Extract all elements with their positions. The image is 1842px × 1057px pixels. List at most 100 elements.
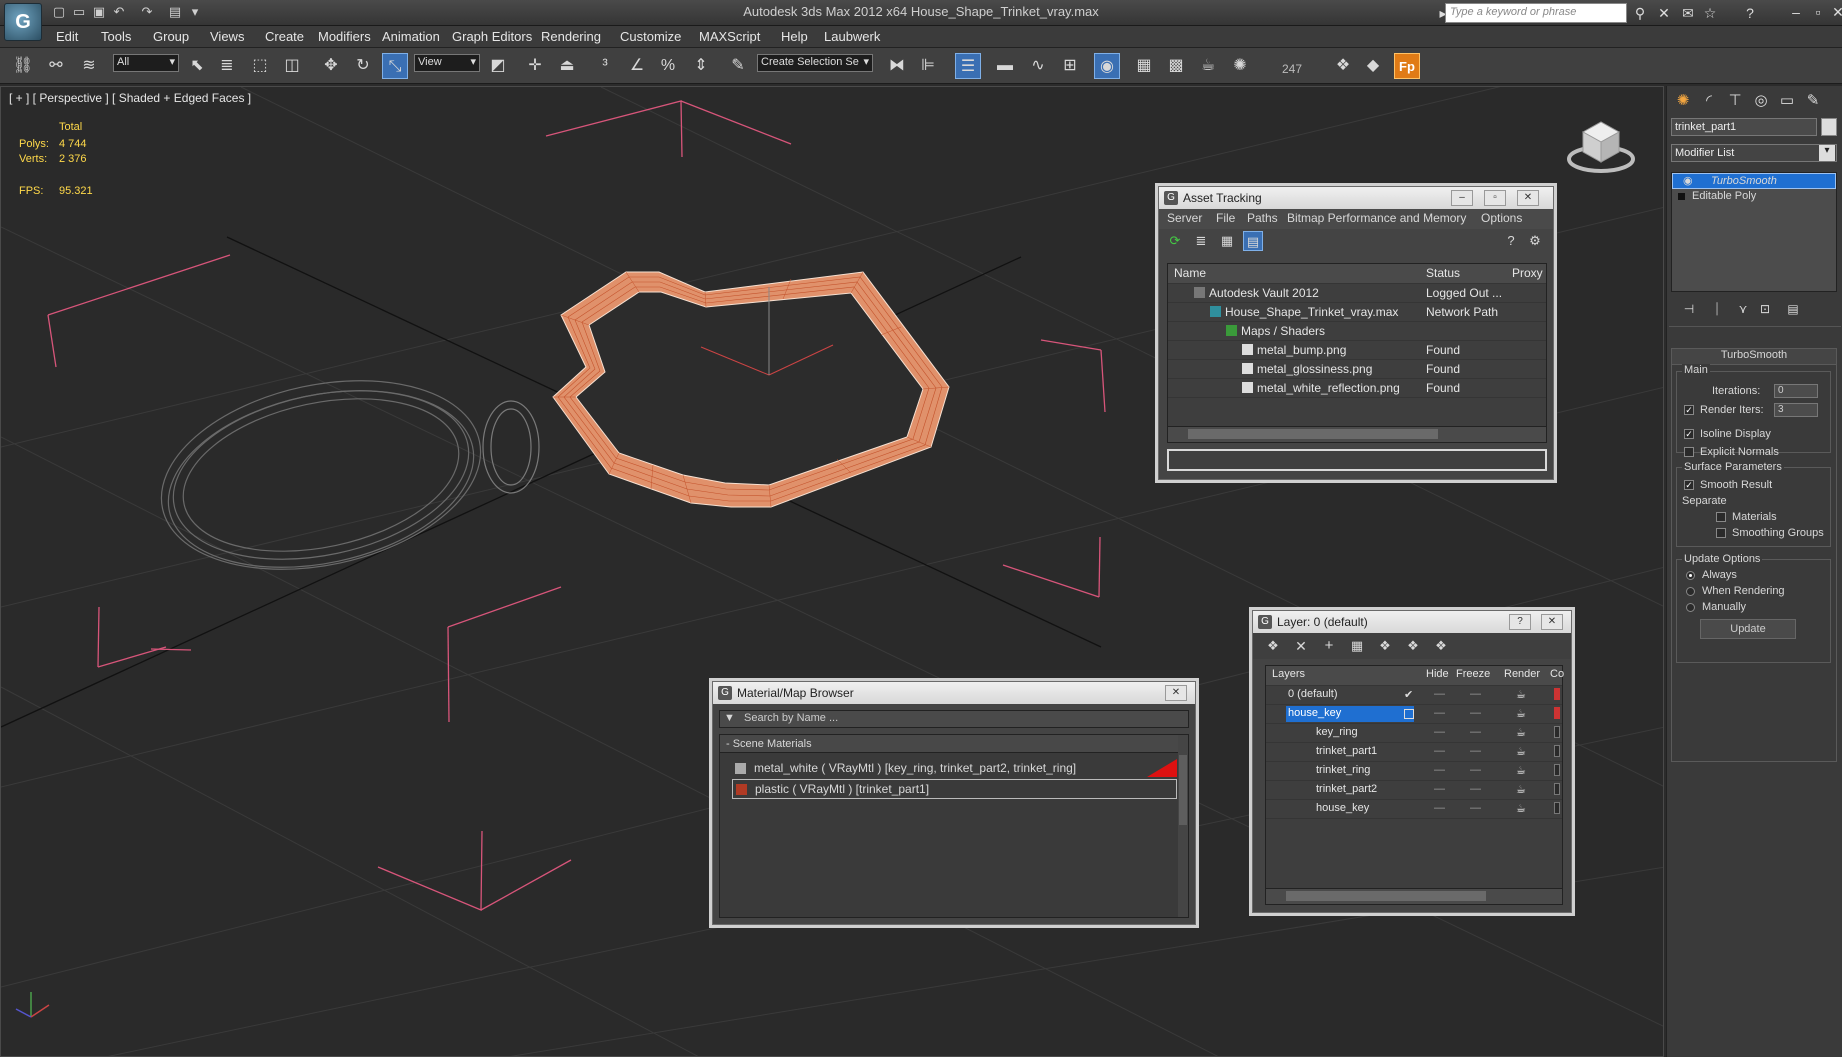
align-icon[interactable]: ⊫: [915, 53, 941, 79]
menu-modifiers[interactable]: Modifiers: [318, 29, 371, 44]
asset-menu-bitmap-performance[interactable]: Bitmap Performance and Memory: [1287, 211, 1466, 225]
asset-tracking-titlebar[interactable]: G Asset Tracking – ▫ ✕: [1159, 187, 1553, 209]
make-unique-icon[interactable]: ⋎: [1731, 298, 1755, 320]
layer-row[interactable]: trinket_part2 — — ☕: [1266, 781, 1562, 800]
separate-materials-checkbox[interactable]: [1716, 512, 1726, 522]
material-editor-icon[interactable]: ◉: [1094, 53, 1120, 79]
update-button[interactable]: Update: [1700, 619, 1796, 639]
selection-filter-dropdown[interactable]: All: [113, 54, 179, 72]
create-tab-icon[interactable]: ✺: [1671, 90, 1695, 112]
thumbnail-view-icon[interactable]: ▦: [1217, 231, 1237, 251]
column-proxy[interactable]: Proxy: [1512, 266, 1543, 280]
hide-toggle[interactable]: —: [1434, 764, 1445, 776]
layer-manager-titlebar[interactable]: G Layer: 0 (default) ? ✕: [1253, 611, 1571, 633]
asset-path-field[interactable]: [1167, 449, 1547, 471]
refresh-icon[interactable]: ⟳: [1165, 231, 1185, 251]
layer-row[interactable]: trinket_part1 — — ☕: [1266, 743, 1562, 762]
asset-options-icon[interactable]: ⚙: [1525, 231, 1545, 251]
object-color-swatch[interactable]: [1554, 745, 1560, 757]
communication-icon[interactable]: ✉: [1678, 4, 1698, 22]
layer-row[interactable]: 0 (default) ✔ — — ☕: [1266, 686, 1562, 705]
select-by-name-icon[interactable]: ≣: [214, 53, 240, 79]
hierarchy-tab-icon[interactable]: ⊤: [1723, 90, 1747, 112]
menu-help[interactable]: Help: [781, 29, 808, 44]
material-browser-close-button[interactable]: ✕: [1165, 685, 1187, 701]
menu-tools[interactable]: Tools: [101, 29, 131, 44]
favorites-star-icon[interactable]: ☆: [1700, 4, 1720, 22]
object-color-swatch[interactable]: [1554, 783, 1560, 795]
freeze-all-layers-icon[interactable]: ❖: [1431, 636, 1451, 656]
highlight-layer-icon[interactable]: ❖: [1375, 636, 1395, 656]
stack-item-editable-poly[interactable]: Editable Poly: [1672, 189, 1836, 205]
render-setup-icon[interactable]: ▦: [1131, 53, 1157, 79]
select-objects-in-layer-icon[interactable]: ▦: [1347, 636, 1367, 656]
freeze-toggle[interactable]: —: [1470, 688, 1481, 700]
update-always-radio[interactable]: [1686, 571, 1695, 580]
light-lister-icon[interactable]: ✺: [1227, 53, 1253, 79]
menu-animation[interactable]: Animation: [382, 29, 440, 44]
menu-edit[interactable]: Edit: [56, 29, 78, 44]
asset-row[interactable]: metal_white_reflection.png Found: [1168, 379, 1546, 398]
column-name[interactable]: Name: [1174, 266, 1206, 280]
asset-row[interactable]: metal_glossiness.png Found: [1168, 360, 1546, 379]
hide-toggle[interactable]: —: [1434, 802, 1445, 814]
active-layer-check-icon[interactable]: ✔: [1404, 688, 1413, 701]
asset-close-button[interactable]: ✕: [1517, 190, 1539, 206]
curve-editor-icon[interactable]: ∿: [1025, 53, 1051, 79]
set-current-layer-box[interactable]: [1404, 709, 1414, 719]
render-toggle-icon[interactable]: ☕: [1516, 707, 1526, 720]
expand-icon[interactable]: [1678, 193, 1685, 200]
column-layers[interactable]: Layers: [1272, 668, 1305, 680]
keyboard-shortcut-override-icon[interactable]: ⏏: [554, 53, 580, 79]
object-color-swatch[interactable]: [1554, 726, 1560, 738]
freeze-toggle[interactable]: —: [1470, 783, 1481, 795]
asset-maximize-button[interactable]: ▫: [1484, 190, 1506, 206]
asset-horizontal-scrollbar[interactable]: [1168, 426, 1546, 442]
layer-manager-icon[interactable]: ☰: [955, 53, 981, 79]
hide-all-layers-icon[interactable]: ❖: [1403, 636, 1423, 656]
menu-graph-editors[interactable]: Graph Editors: [452, 29, 532, 44]
scene-materials-group[interactable]: - Scene Materials: [720, 735, 1188, 753]
hide-toggle[interactable]: —: [1434, 688, 1445, 700]
asset-row[interactable]: House_Shape_Trinket_vray.max Network Pat…: [1168, 303, 1546, 322]
create-layer-icon[interactable]: ❖: [1263, 636, 1283, 656]
schematic-view-icon[interactable]: ⊞: [1057, 53, 1083, 79]
forest-pack-icon[interactable]: Fp: [1394, 53, 1420, 79]
menu-customize[interactable]: Customize: [620, 29, 681, 44]
reference-coordinate-dropdown[interactable]: View: [414, 54, 480, 72]
render-toggle-icon[interactable]: ☕: [1516, 802, 1526, 815]
table-view-icon[interactable]: ▤: [1243, 231, 1263, 251]
render-toggle-icon[interactable]: ☕: [1516, 783, 1526, 796]
app-logo-button[interactable]: G: [4, 3, 42, 41]
graphite-tools-icon[interactable]: ▬: [992, 53, 1018, 79]
update-when-rendering-radio[interactable]: [1686, 587, 1695, 596]
column-hide[interactable]: Hide: [1426, 668, 1449, 680]
binoculars-icon[interactable]: ⚲: [1630, 4, 1650, 22]
separate-smoothing-groups-checkbox[interactable]: [1716, 528, 1726, 538]
render-toggle-icon[interactable]: ☕: [1516, 726, 1526, 739]
material-search-input[interactable]: Search by Name ...: [744, 712, 838, 724]
close-icon[interactable]: ✕: [1826, 2, 1842, 22]
layer-scroll-thumb[interactable]: [1286, 891, 1486, 901]
asset-row[interactable]: Maps / Shaders: [1168, 322, 1546, 341]
layer-row[interactable]: house_key — — ☕: [1266, 705, 1562, 724]
configure-modifier-sets-icon[interactable]: ▤: [1781, 298, 1805, 320]
minimize-icon[interactable]: –: [1784, 2, 1808, 22]
render-iters-checkbox[interactable]: ✓: [1684, 405, 1694, 415]
isoline-display-checkbox[interactable]: ✓: [1684, 429, 1694, 439]
layer-row[interactable]: key_ring — — ☕: [1266, 724, 1562, 743]
hide-toggle[interactable]: —: [1434, 726, 1445, 738]
turbosmooth-rollout-header[interactable]: TurboSmooth: [1672, 349, 1836, 365]
freeze-toggle[interactable]: —: [1470, 802, 1481, 814]
select-and-scale-icon[interactable]: ⤡: [382, 53, 408, 79]
asset-help-icon[interactable]: ?: [1501, 231, 1521, 251]
layer-color-swatch[interactable]: [1554, 688, 1560, 700]
asset-minimize-button[interactable]: –: [1451, 190, 1473, 206]
asset-menu-paths[interactable]: Paths: [1247, 211, 1278, 225]
material-item[interactable]: plastic ( VRayMtl ) [trinket_part1]: [732, 779, 1177, 799]
delete-layer-icon[interactable]: ✕: [1291, 636, 1311, 656]
tools-icon[interactable]: ✕: [1654, 4, 1674, 22]
modify-tab-icon[interactable]: ◜: [1697, 90, 1721, 112]
material-browser-titlebar[interactable]: G Material/Map Browser ✕: [713, 682, 1195, 704]
show-end-result-icon[interactable]: ⏐: [1705, 298, 1729, 320]
